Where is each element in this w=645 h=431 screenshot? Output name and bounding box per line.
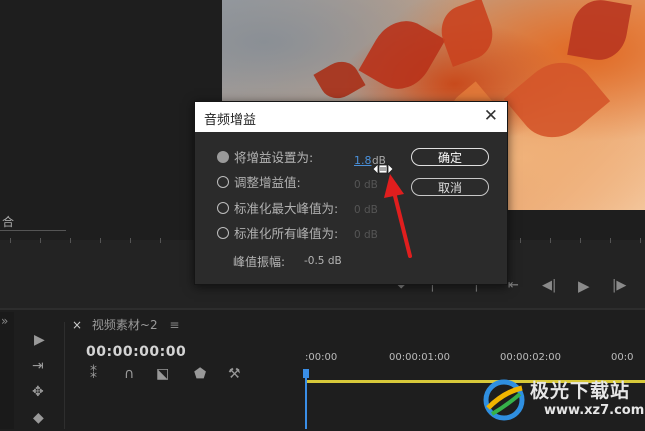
nest-icon[interactable]: ⁑ — [90, 366, 97, 382]
normalize-max-peak-input[interactable]: 0 dB — [354, 204, 378, 216]
radio-set-gain[interactable]: 将增益设置为: — [217, 149, 313, 167]
close-icon[interactable]: ✕ — [484, 106, 498, 126]
timeline-settings-icon[interactable]: ⚒ — [228, 366, 241, 382]
radio-icon[interactable] — [217, 202, 229, 214]
add-marker-icon[interactable]: ⬟ — [194, 366, 206, 382]
ruler-label: 00:0 — [611, 352, 634, 363]
play-icon[interactable]: ▶ — [578, 277, 590, 295]
timeline-timecode[interactable]: 00:00:00:00 — [86, 344, 186, 360]
linked-selection-icon[interactable]: ⬕ — [156, 366, 169, 382]
set-gain-value-input[interactable]: 1.8 — [354, 154, 372, 167]
normalize-all-peaks-input[interactable]: 0 dB — [354, 229, 378, 241]
watermark: 极光下载站 www.xz7.com — [482, 372, 645, 429]
option-label: 调整增益值: — [234, 175, 301, 190]
annotation-arrow-icon — [384, 174, 412, 258]
ruler-label: 00:00:02:00 — [500, 352, 562, 363]
timeline-toolbar: ⁑ ∩ ⬕ ⬟ ⚒ — [88, 366, 268, 384]
razor-tool-icon[interactable]: ◆ — [33, 410, 44, 426]
playhead-handle[interactable] — [303, 369, 309, 378]
option-label: 标准化所有峰值为: — [234, 226, 339, 241]
radio-icon[interactable] — [217, 176, 229, 188]
project-panel-strip: » — [0, 312, 14, 429]
adjust-gain-value-input[interactable]: 0 dB — [354, 179, 378, 191]
tools-panel: ▶ ⇥ ✥ ◆ — [24, 322, 65, 429]
go-to-in-icon[interactable]: ⇤ — [508, 278, 519, 293]
dialog-title: 音频增益 — [204, 113, 257, 128]
ripple-edit-tool-icon[interactable]: ✥ — [32, 384, 44, 400]
peak-amplitude-value: -0.5 dB — [304, 255, 342, 267]
radio-normalize-all-peaks[interactable]: 标准化所有峰值为: — [217, 225, 338, 243]
zoom-select-label: 合 — [2, 215, 15, 229]
radio-icon[interactable] — [217, 227, 229, 239]
source-monitor-panel — [0, 0, 210, 240]
tab-sequence[interactable]: × 视频素材~2 ≡ — [72, 316, 179, 332]
tab-close-icon[interactable]: × — [72, 318, 82, 332]
selection-tool-icon[interactable]: ▶ — [34, 332, 45, 348]
audio-gain-dialog: 音频增益 ✕ 将增益设置为: 1.8 dB 调整增益值: 0 dB 标准化最大峰… — [194, 101, 508, 285]
ruler-label: 00:00:01:00 — [389, 352, 451, 363]
radio-selected-icon[interactable] — [217, 151, 229, 163]
snap-magnet-icon[interactable]: ∩ — [124, 366, 134, 382]
sequence-name: 视频素材~2 — [91, 318, 158, 332]
option-label: 标准化最大峰值为: — [234, 201, 339, 216]
playhead-line[interactable] — [305, 369, 307, 429]
dialog-titlebar[interactable]: 音频增益 ✕ — [195, 102, 507, 132]
step-back-icon[interactable]: ◀| — [542, 278, 556, 293]
watermark-logo-icon — [483, 379, 525, 421]
track-select-tool-icon[interactable]: ⇥ — [32, 358, 44, 374]
ok-button[interactable]: 确定 — [411, 148, 489, 166]
watermark-url: www.xz7.com — [544, 403, 645, 418]
panel-menu-icon[interactable]: ≡ — [169, 318, 179, 332]
radio-normalize-max-peak[interactable]: 标准化最大峰值为: — [217, 200, 338, 218]
watermark-text: 极光下载站 — [530, 380, 631, 402]
step-forward-icon[interactable]: |▶ — [612, 278, 626, 293]
panel-expand-icon[interactable]: » — [1, 314, 8, 328]
ruler-label: :00:00 — [305, 352, 338, 363]
radio-adjust-gain[interactable]: 调整增益值: — [217, 174, 301, 192]
peak-amplitude-label: 峰值振幅: — [233, 255, 286, 269]
fit-zoom-select[interactable]: 合 — [0, 213, 66, 231]
option-label: 将增益设置为: — [234, 150, 314, 165]
